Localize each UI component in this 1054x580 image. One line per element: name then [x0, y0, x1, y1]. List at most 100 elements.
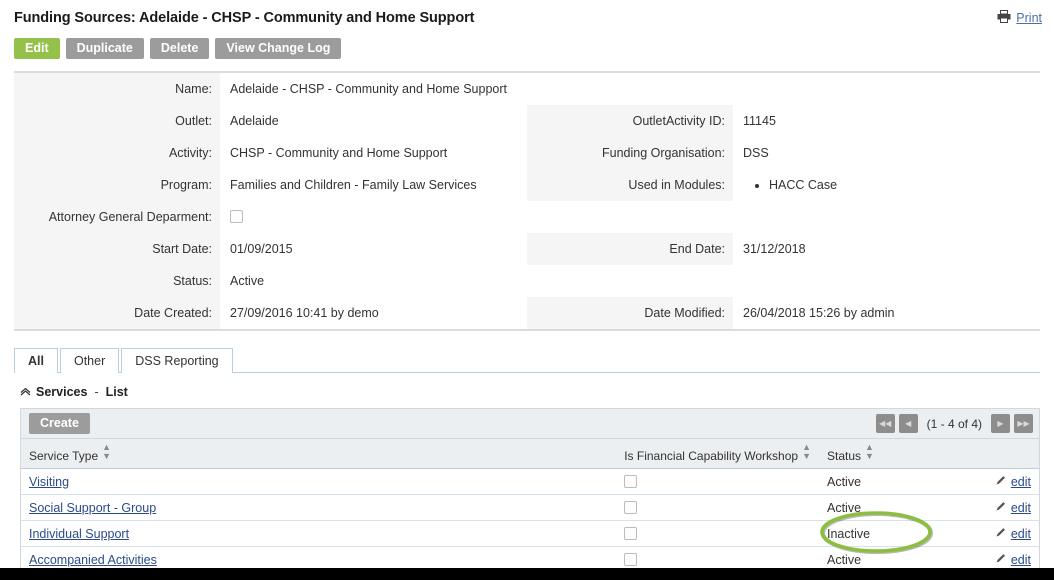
sort-icon[interactable]: ▲ ▼: [802, 443, 811, 461]
used-in-modules-item: HACC Case: [769, 177, 1034, 193]
tab-dss-reporting[interactable]: DSS Reporting: [121, 348, 233, 373]
services-panel-separator: -: [94, 385, 99, 399]
column-header-actions: [969, 439, 1039, 469]
label-empty-1: [527, 73, 733, 105]
services-table-head: Service Type▲ ▼ Is Financial Capability W…: [21, 439, 1039, 469]
label-start-date: Start Date:: [14, 233, 220, 265]
cell-edit: edit: [969, 494, 1039, 521]
pencil-icon: [995, 500, 1007, 515]
pagination-first-button[interactable]: ◀◀: [875, 414, 895, 433]
view-change-log-button[interactable]: View Change Log: [215, 38, 342, 59]
services-panel-title: Services: [36, 385, 88, 399]
cell-is-fcw: [610, 520, 819, 547]
value-empty-2: [733, 201, 1040, 233]
edit-link[interactable]: edit: [1011, 553, 1031, 567]
pagination-next-button[interactable]: ▶: [991, 414, 1010, 433]
value-program: Families and Children - Family Law Servi…: [230, 178, 477, 192]
column-header-status[interactable]: Status▲ ▼: [819, 439, 969, 469]
value-outlet: Adelaide: [230, 114, 279, 128]
services-panel-subtitle: List: [105, 385, 128, 399]
column-header-status-label: Status: [827, 449, 862, 463]
cell-edit: edit: [969, 520, 1039, 547]
sort-icon[interactable]: ▲ ▼: [102, 443, 111, 461]
value-start-date: 01/09/2015: [230, 242, 293, 256]
value-funding-organisation: DSS: [743, 146, 769, 160]
cell-is-fcw: [610, 468, 819, 495]
service-type-link[interactable]: Visiting: [29, 475, 69, 489]
cell-status: Active: [819, 468, 969, 495]
page-header: Funding Sources: Adelaide - CHSP - Commu…: [0, 0, 1054, 38]
value-name: Adelaide - CHSP - Community and Home Sup…: [230, 82, 507, 96]
page-title: Funding Sources: Adelaide - CHSP - Commu…: [14, 10, 475, 26]
detail-row-status: Status: Active: [14, 265, 1040, 297]
cell-edit: edit: [969, 468, 1039, 495]
services-grid-toolbar: Create ◀◀ ◀ (1 - 4 of 4) ▶ ▶▶: [21, 409, 1039, 439]
label-empty-2: [527, 201, 733, 233]
detail-row-name: Name: Adelaide - CHSP - Community and Ho…: [14, 73, 1040, 105]
label-program: Program:: [14, 169, 220, 201]
label-used-in-modules: Used in Modules:: [527, 169, 733, 201]
action-button-bar: Edit Duplicate Delete View Change Log: [0, 38, 1054, 62]
duplicate-button[interactable]: Duplicate: [65, 38, 144, 59]
print-control[interactable]: Print: [997, 10, 1042, 26]
bottom-black-bar: [0, 568, 1054, 580]
services-grid: Create ◀◀ ◀ (1 - 4 of 4) ▶ ▶▶ Service Ty…: [20, 408, 1040, 574]
column-header-is-fcw-label: Is Financial Capability Workshop: [624, 449, 799, 463]
column-header-is-financial-capability-workshop[interactable]: Is Financial Capability Workshop▲ ▼: [610, 439, 819, 469]
edit-control[interactable]: edit: [995, 474, 1031, 489]
service-type-link[interactable]: Individual Support: [29, 527, 129, 541]
edit-control[interactable]: edit: [995, 500, 1031, 515]
service-type-link[interactable]: Accompanied Activities: [29, 553, 157, 567]
tab-other[interactable]: Other: [59, 348, 120, 373]
table-row: Visiting Active edit: [21, 468, 1039, 495]
sort-icon[interactable]: ▲ ▼: [865, 443, 874, 461]
delete-button[interactable]: Delete: [149, 38, 210, 59]
value-date-created: 27/09/2016 10:41 by demo: [230, 306, 379, 320]
label-status: Status:: [14, 265, 220, 297]
cell-service-type: Visiting: [21, 468, 611, 495]
pencil-icon: [995, 526, 1007, 541]
table-row: Individual Support Inactive edit: [21, 520, 1039, 547]
value-attorney-general-deparment: [220, 201, 527, 233]
edit-link[interactable]: edit: [1011, 475, 1031, 489]
pagination-last-button[interactable]: ▶▶: [1014, 414, 1033, 433]
cell-status: Inactive: [819, 520, 969, 547]
column-header-service-type[interactable]: Service Type▲ ▼: [21, 439, 611, 469]
pagination-count: (1 - 4 of 4): [926, 416, 982, 431]
edit-control[interactable]: edit: [995, 526, 1031, 541]
create-button[interactable]: Create: [29, 413, 90, 434]
cell-service-type: Individual Support: [21, 520, 611, 547]
edit-link[interactable]: edit: [1011, 527, 1031, 541]
edit-control[interactable]: edit: [995, 552, 1031, 567]
is-fcw-checkbox[interactable]: [624, 474, 638, 488]
table-row: Social Support - Group Active edit: [21, 494, 1039, 521]
detail-row-activity: Activity: CHSP - Community and Home Supp…: [14, 137, 1040, 169]
services-panel-header[interactable]: Services - List: [20, 383, 1040, 401]
table-header-row: Service Type▲ ▼ Is Financial Capability W…: [21, 439, 1039, 469]
printer-icon: [997, 10, 1011, 26]
funding-source-detail: Name: Adelaide - CHSP - Community and Ho…: [14, 71, 1040, 331]
tab-all[interactable]: All: [14, 348, 58, 373]
column-header-service-type-label: Service Type: [29, 449, 99, 463]
service-type-link[interactable]: Social Support - Group: [29, 501, 156, 515]
value-outlet-activity-id: 11145: [743, 114, 776, 128]
value-empty-3: [733, 265, 1040, 297]
label-attorney-general-deparment: Attorney General Deparment:: [14, 201, 220, 233]
label-funding-organisation: Funding Organisation:: [527, 137, 733, 169]
edit-button[interactable]: Edit: [14, 38, 60, 59]
value-activity: CHSP - Community and Home Support: [230, 146, 448, 160]
pencil-icon: [995, 474, 1007, 489]
pagination-controls: ◀◀ ◀ (1 - 4 of 4) ▶ ▶▶: [875, 414, 1033, 433]
value-empty-1: [733, 73, 1040, 105]
chevron-up-icon[interactable]: [20, 385, 31, 399]
print-link[interactable]: Print: [1016, 11, 1042, 25]
pagination-prev-button[interactable]: ◀: [898, 414, 918, 433]
label-empty-3: [527, 265, 733, 297]
edit-link[interactable]: edit: [1011, 501, 1031, 515]
is-fcw-checkbox[interactable]: [624, 552, 638, 566]
cell-status: Active: [819, 494, 969, 521]
label-name: Name:: [14, 73, 220, 105]
is-fcw-checkbox[interactable]: [624, 526, 638, 540]
attorney-general-checkbox[interactable]: [230, 210, 243, 223]
is-fcw-checkbox[interactable]: [624, 500, 638, 514]
